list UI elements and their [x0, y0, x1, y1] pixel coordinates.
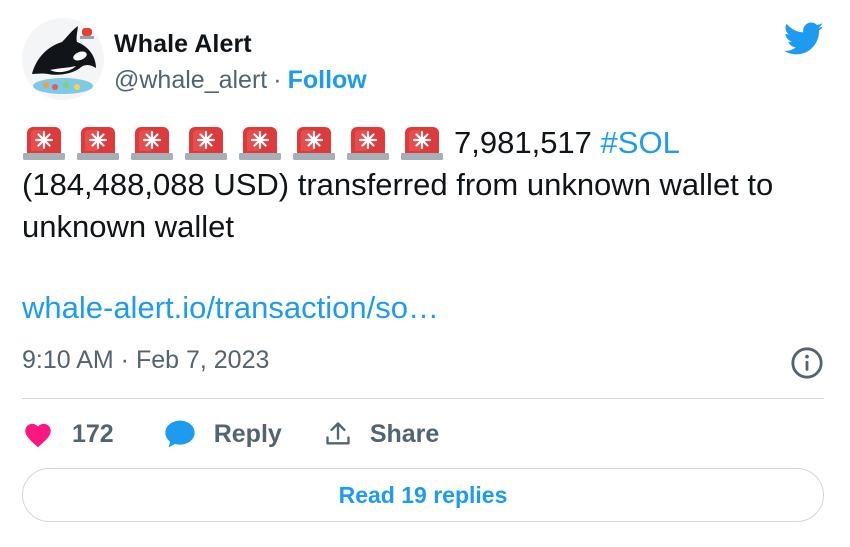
likes-count: 172 [72, 419, 114, 448]
police-siren-icon [131, 127, 173, 160]
speech-bubble-icon [165, 420, 195, 448]
heart-icon [25, 423, 51, 448]
police-siren-icon [293, 127, 335, 160]
police-siren-icon [401, 127, 443, 160]
author-handle-row: @whale_alert · Follow [114, 66, 367, 95]
police-siren-icon [77, 127, 119, 160]
tweet-amount: 7,981,517 [454, 125, 592, 160]
reply-button[interactable]: Reply [164, 419, 282, 449]
read-replies-button[interactable]: Read 19 replies [22, 468, 824, 522]
orca-logo-icon [22, 18, 104, 100]
police-siren-icon [239, 127, 281, 160]
share-label: Share [369, 419, 440, 448]
follow-button[interactable]: Follow [288, 66, 367, 94]
author-name[interactable]: Whale Alert [114, 30, 252, 59]
action-bar: 172 Reply Share [22, 412, 439, 456]
police-siren-icon [347, 127, 389, 160]
tweet-body-text: (184,488,088 USD) transferred from unkno… [22, 167, 774, 244]
timestamp[interactable]: 9:10 AM · Feb 7, 2023 [22, 346, 269, 375]
police-siren-icon [185, 127, 227, 160]
share-upload-icon [326, 422, 350, 445]
police-siren-icon [23, 127, 65, 160]
transaction-link[interactable]: whale-alert.io/transaction/so… [22, 290, 439, 326]
reply-label: Reply [213, 419, 282, 448]
hashtag-link[interactable]: #SOL [601, 125, 680, 160]
tweet-text: 7,981,517 #SOL (184,488,088 USD) transfe… [22, 122, 832, 248]
tweet-card: Whale Alert @whale_alert · Follow 7,981,51… [0, 0, 850, 547]
share-button[interactable]: Share [324, 420, 439, 449]
separator-dot: · [273, 66, 282, 94]
twitter-bird-icon[interactable] [784, 22, 824, 56]
like-button[interactable]: 172 [22, 420, 114, 449]
info-icon[interactable] [790, 346, 824, 380]
author-handle[interactable]: @whale_alert [114, 66, 267, 94]
siren-row [22, 125, 454, 160]
avatar[interactable] [22, 18, 104, 100]
divider [22, 398, 824, 399]
